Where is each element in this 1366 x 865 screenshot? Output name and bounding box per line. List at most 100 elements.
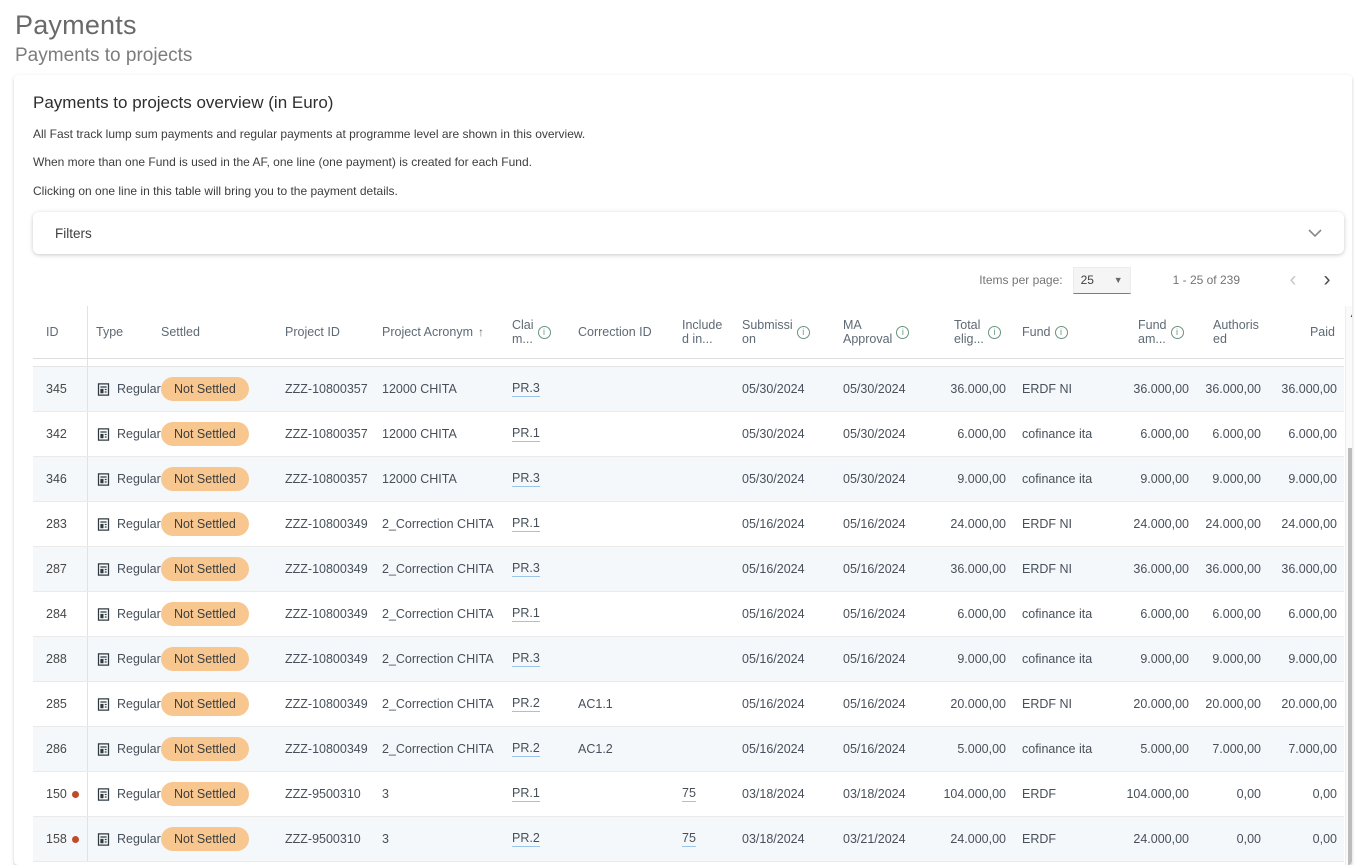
page-size-select[interactable]: 25 ▼ [1073,267,1131,294]
info-icon[interactable]: i [797,326,810,339]
correction-id [578,637,682,681]
description-line: All Fast track lump sum payments and reg… [33,127,1344,141]
total-eligible: 9.000,00 [938,457,1010,501]
claim-link[interactable]: PR.1 [512,516,540,532]
fund-amount: 9.000,00 [1122,637,1193,681]
receipt-icon [96,562,111,577]
vertical-scrollbar[interactable]: ▲ [1345,306,1352,865]
project-acronym: 3 [382,772,512,816]
row-id: 285 [46,697,67,711]
header-type[interactable]: Type [88,306,161,358]
row-id: 287 [46,562,67,576]
authorised: 9.000,00 [1193,637,1265,681]
table-row[interactable]: 150 Regular Not Settled ZZZ-9500310 3 PR… [33,772,1344,817]
receipt-icon [96,742,111,757]
table-row[interactable]: 287 Regular Not Settled ZZZ-10800349 2_C… [33,547,1344,592]
card-title: Payments to projects overview (in Euro) [33,93,1344,113]
claim-link[interactable]: PR.3 [512,471,540,487]
scrollbar-thumb[interactable] [1348,448,1352,865]
receipt-icon [96,832,111,847]
fund-amount: 6.000,00 [1122,412,1193,456]
fund: ERDF NI [1010,502,1122,546]
fund-amount: 6.000,00 [1122,592,1193,636]
header-id[interactable]: ID [33,306,88,358]
project-id: ZZZ-10800349 [285,592,382,636]
row-id: 158 [46,832,67,846]
correction-id [578,367,682,411]
table-row[interactable]: 288 Regular Not Settled ZZZ-10800349 2_C… [33,637,1344,682]
claim-link[interactable]: PR.1 [512,426,540,442]
claim-link[interactable]: PR.2 [512,741,540,757]
correction-id [578,457,682,501]
fund-amount: 24.000,00 [1122,817,1193,861]
type-label: Regular [117,427,161,441]
header-total-eligible[interactable]: Total elig... i [938,306,1010,358]
claim-link[interactable]: PR.1 [512,786,540,802]
project-acronym: 2_Correction CHITA [382,682,512,726]
header-fund-amount[interactable]: Fund am... i [1122,306,1193,358]
claim-link[interactable]: PR.2 [512,831,540,847]
header-authorised[interactable]: Authoris ed [1193,306,1265,358]
next-page-button[interactable]: › [1310,263,1344,297]
claim-link[interactable]: PR.2 [512,696,540,712]
paginator: Items per page: 25 ▼ 1 - 25 of 239 ‹ › [33,254,1344,306]
correction-id: AC1.1 [578,682,682,726]
type-label: Regular [117,742,161,756]
header-project-id[interactable]: Project ID [285,306,382,358]
previous-page-button[interactable]: ‹ [1276,263,1310,297]
header-submission[interactable]: Submissi on i [742,306,843,358]
filters-expansion-panel[interactable]: Filters [33,212,1344,254]
type-label: Regular [117,517,161,531]
table-row[interactable]: 284 Regular Not Settled ZZZ-10800349 2_C… [33,592,1344,637]
fund: ERDF NI [1010,682,1122,726]
info-icon[interactable]: i [1171,326,1184,339]
type-label: Regular [117,787,161,801]
total-eligible: 104.000,00 [938,772,1010,816]
correction-id [578,817,682,861]
included-in-link[interactable]: 75 [682,786,696,802]
header-ma-approval[interactable]: MA Approval i [843,306,938,358]
sort-asc-icon: ↑ [478,325,484,339]
table-row[interactable]: 285 Regular Not Settled ZZZ-10800349 2_C… [33,682,1344,727]
authorised: 24.000,00 [1193,502,1265,546]
info-icon[interactable]: i [538,326,551,339]
total-eligible: 6.000,00 [938,592,1010,636]
header-paid[interactable]: Paid [1265,306,1341,358]
claim-link[interactable]: PR.3 [512,381,540,397]
claim-link[interactable]: PR.3 [512,651,540,667]
receipt-icon [96,382,111,397]
items-per-page-label: Items per page: [979,273,1062,287]
info-icon[interactable]: i [988,326,1001,339]
correction-id [578,592,682,636]
table-row[interactable]: 283 Regular Not Settled ZZZ-10800349 2_C… [33,502,1344,547]
info-icon[interactable]: i [1055,326,1068,339]
alert-dot-icon [72,791,79,798]
authorised: 7.000,00 [1193,727,1265,771]
table-row[interactable]: 158 Regular Not Settled ZZZ-9500310 3 PR… [33,817,1344,862]
info-icon[interactable]: i [896,326,909,339]
claim-link[interactable]: PR.3 [512,561,540,577]
header-claim[interactable]: Clai m... i [512,306,578,358]
fund-amount: 36.000,00 [1122,547,1193,591]
included-in-link[interactable]: 75 [682,831,696,847]
receipt-icon [96,787,111,802]
header-included-in[interactable]: Include d in... [682,306,742,358]
claim-link[interactable]: PR.1 [512,606,540,622]
header-correction-id[interactable]: Correction ID [578,306,682,358]
row-id: 286 [46,742,67,756]
chevron-down-icon[interactable] [1308,229,1322,238]
row-id: 342 [46,427,67,441]
total-eligible: 6.000,00 [938,412,1010,456]
scroll-up-button[interactable]: ▲ [1346,306,1352,322]
type-label: Regular [117,607,161,621]
header-fund[interactable]: Fund i [1010,306,1122,358]
project-id: ZZZ-10800349 [285,727,382,771]
table-row[interactable]: 345 Regular Not Settled ZZZ-10800357 120… [33,367,1344,412]
header-settled[interactable]: Settled [161,306,285,358]
table-row[interactable]: 346 Regular Not Settled ZZZ-10800357 120… [33,457,1344,502]
project-id: ZZZ-10800357 [285,412,382,456]
header-project-acronym[interactable]: Project Acronym ↑ [382,306,512,358]
table-row[interactable]: 342 Regular Not Settled ZZZ-10800357 120… [33,412,1344,457]
authorised: 36.000,00 [1193,547,1265,591]
table-row[interactable]: 286 Regular Not Settled ZZZ-10800349 2_C… [33,727,1344,772]
